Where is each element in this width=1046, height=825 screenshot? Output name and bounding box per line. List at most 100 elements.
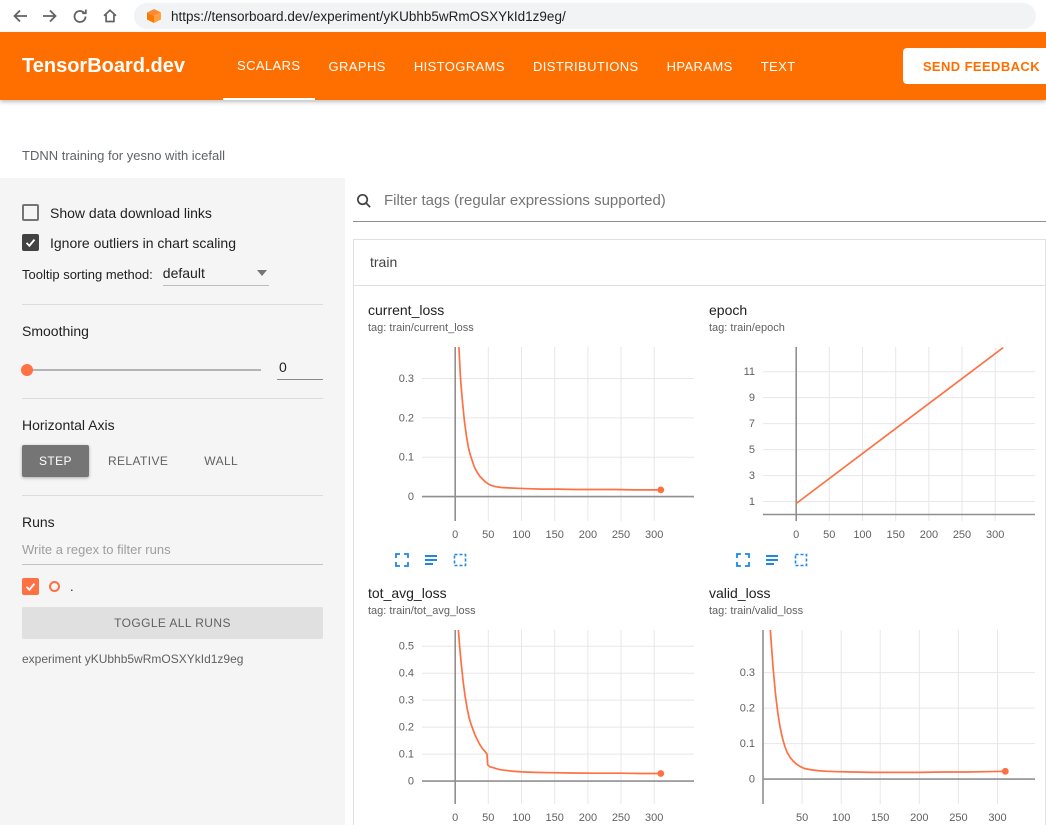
scalar-chart-card: current_loss tag: train/current_loss 00.… (360, 294, 701, 577)
charts-grid: current_loss tag: train/current_loss 00.… (354, 286, 1045, 825)
home-icon (101, 7, 119, 25)
svg-text:250: 250 (949, 812, 967, 824)
page: https://tensorboard.dev/experiment/yKUbh… (0, 0, 1046, 825)
train-section-card: train current_loss tag: train/current_lo… (353, 239, 1046, 825)
svg-text:200: 200 (920, 529, 938, 541)
svg-text:150: 150 (871, 812, 889, 824)
scalar-chart-card: tot_avg_loss tag: train/tot_avg_loss 00.… (360, 577, 701, 825)
chevron-down-icon (257, 270, 267, 276)
home-button[interactable] (96, 2, 124, 30)
smoothing-value-input[interactable] (277, 359, 323, 380)
svg-text:0: 0 (749, 774, 755, 786)
expand-chart-icon[interactable] (394, 552, 410, 568)
svg-text:0: 0 (408, 491, 414, 503)
scalar-chart-card: epoch tag: train/epoch 13579110501001502… (701, 294, 1042, 577)
check-icon (24, 580, 37, 593)
reload-button[interactable] (66, 2, 94, 30)
ignore-outliers-label: Ignore outliers in chart scaling (50, 235, 236, 251)
chart-title: epoch (709, 302, 1042, 319)
svg-text:3: 3 (749, 470, 755, 482)
ignore-outliers-row[interactable]: Ignore outliers in chart scaling (22, 234, 323, 251)
svg-text:1: 1 (749, 496, 755, 508)
tag-filter-row (353, 178, 1046, 222)
back-button[interactable] (6, 2, 34, 30)
svg-text:50: 50 (823, 529, 835, 541)
svg-text:300: 300 (988, 812, 1006, 824)
svg-text:0.5: 0.5 (399, 641, 414, 653)
runs-filter-input[interactable] (22, 536, 323, 565)
svg-text:0: 0 (452, 529, 458, 541)
settings-sidebar: Show data download links Ignore outliers… (0, 178, 345, 825)
run-row: . (22, 578, 323, 595)
forward-button[interactable] (36, 2, 64, 30)
slider-thumb[interactable] (21, 364, 33, 376)
address-bar[interactable]: https://tensorboard.dev/experiment/yKUbh… (134, 3, 1036, 29)
svg-text:100: 100 (512, 529, 530, 541)
expand-chart-icon[interactable] (735, 552, 751, 568)
app-header: TensorBoard.dev SCALARSGRAPHSHISTOGRAMSD… (0, 32, 1046, 100)
svg-text:300: 300 (645, 529, 663, 541)
chart-plot[interactable]: 00.10.20.30.40.5050100150200250300 (368, 624, 701, 825)
divider (22, 495, 323, 496)
show-download-links-checkbox[interactable] (22, 204, 39, 221)
fit-domain-icon[interactable] (452, 552, 468, 568)
chart-toolbar (394, 552, 701, 568)
svg-text:9: 9 (749, 392, 755, 404)
chart-plot[interactable]: 1357911050100150200250300 (709, 341, 1042, 547)
show-download-links-label: Show data download links (50, 205, 212, 221)
browser-toolbar: https://tensorboard.dev/experiment/yKUbh… (0, 0, 1046, 32)
svg-text:0.3: 0.3 (399, 373, 414, 385)
tab-histograms[interactable]: HISTOGRAMS (400, 32, 519, 100)
axis-button-relative[interactable]: RELATIVE (91, 445, 185, 477)
svg-text:0.3: 0.3 (399, 695, 414, 707)
toggle-all-runs-button[interactable]: TOGGLE ALL RUNS (22, 607, 323, 639)
reload-icon (71, 7, 89, 25)
fit-domain-icon[interactable] (793, 552, 809, 568)
tab-text[interactable]: TEXT (747, 32, 810, 100)
svg-text:0.2: 0.2 (399, 722, 414, 734)
show-download-links-row[interactable]: Show data download links (22, 204, 323, 221)
experiment-id-caption: experiment yKUbhb5wRmOSXYkId1z9eg (22, 652, 323, 666)
chart-tag: tag: train/valid_loss (709, 604, 1042, 618)
tooltip-sorting-select[interactable]: default (163, 265, 269, 286)
url-text: https://tensorboard.dev/experiment/yKUbh… (171, 9, 566, 24)
svg-text:150: 150 (546, 812, 564, 824)
tab-distributions[interactable]: DISTRIBUTIONS (519, 32, 653, 100)
svg-text:150: 150 (887, 529, 905, 541)
check-icon (24, 236, 37, 249)
chart-title: valid_loss (709, 585, 1042, 602)
chart-tag: tag: train/epoch (709, 321, 1042, 335)
svg-text:200: 200 (579, 529, 597, 541)
svg-text:100: 100 (512, 812, 530, 824)
smoothing-slider[interactable] (22, 369, 261, 371)
send-feedback-button[interactable]: SEND FEEDBACK (903, 48, 1046, 84)
svg-text:0.2: 0.2 (399, 412, 414, 424)
chart-plot[interactable]: 00.10.20.3050100150200250300 (368, 341, 701, 547)
axis-button-wall[interactable]: WALL (187, 445, 255, 477)
search-icon (355, 192, 372, 209)
run-checkbox[interactable] (22, 578, 39, 595)
svg-text:0.1: 0.1 (399, 452, 414, 464)
run-color-swatch-icon[interactable] (49, 581, 60, 592)
tag-filter-input[interactable] (382, 191, 1046, 210)
tab-graphs[interactable]: GRAPHS (315, 32, 400, 100)
toggle-runs-table-icon[interactable] (764, 552, 780, 568)
svg-text:100: 100 (832, 812, 850, 824)
toggle-runs-table-icon[interactable] (423, 552, 439, 568)
axis-button-step[interactable]: STEP (22, 445, 89, 477)
run-name: . (70, 579, 74, 594)
scalar-chart-card: valid_loss tag: train/valid_loss 00.10.2… (701, 577, 1042, 825)
chart-plot[interactable]: 00.10.20.350100150200250300 (709, 624, 1042, 825)
tensorboard-logo: TensorBoard.dev (22, 55, 185, 78)
svg-text:150: 150 (546, 529, 564, 541)
ignore-outliers-checkbox[interactable] (22, 234, 39, 251)
header-tabs: SCALARSGRAPHSHISTOGRAMSDISTRIBUTIONSHPAR… (223, 32, 810, 100)
section-title-train[interactable]: train (354, 240, 1045, 286)
tab-scalars[interactable]: SCALARS (223, 32, 315, 100)
svg-text:300: 300 (645, 812, 663, 824)
experiment-title: TDNN training for yesno with icefall (22, 148, 225, 163)
main-panel: train current_loss tag: train/current_lo… (345, 178, 1046, 825)
tab-hparams[interactable]: HPARAMS (653, 32, 747, 100)
svg-text:0.4: 0.4 (399, 668, 414, 680)
tensorboard-favicon-icon (146, 8, 162, 24)
